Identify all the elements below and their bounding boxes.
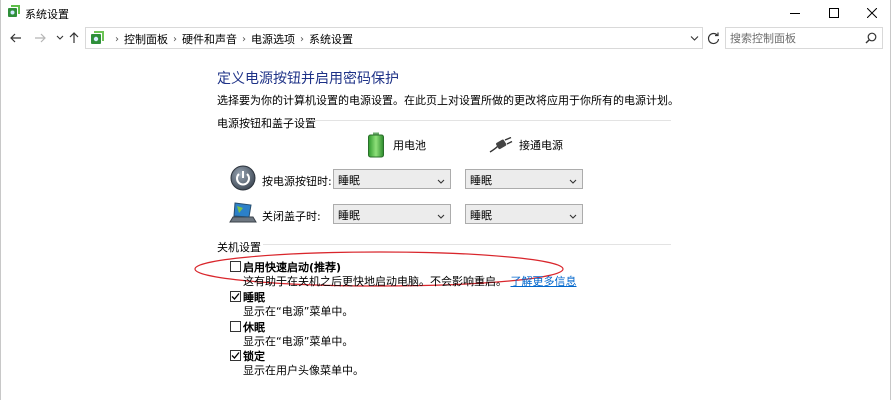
fast-startup-description: 这有助于在关机之后更快地启动电脑。不会影响重启。 了解更多信息 — [243, 273, 577, 289]
forward-button[interactable] — [31, 29, 49, 47]
checkmark-icon — [231, 293, 240, 300]
section-divider — [309, 120, 671, 121]
lid-plugged-value: 睡眠 — [470, 209, 492, 222]
search-box[interactable] — [725, 27, 883, 49]
chevron-down-icon — [437, 210, 445, 223]
chevron-down-icon — [569, 210, 577, 223]
hibernate-checkbox[interactable] — [230, 321, 241, 332]
lock-checkbox[interactable] — [230, 350, 241, 361]
close-button[interactable] — [853, 0, 891, 26]
lid-plugged-select[interactable]: 睡眠 — [465, 204, 583, 224]
window: 系统设置 › 控制面板 › 硬件和声音 › 电源选项 › 系统设置 搜索控制面板… — [0, 0, 891, 400]
section-title-power-buttons: 电源按钮和盖子设置 — [217, 117, 316, 130]
column-header-battery: 用电池 — [367, 132, 426, 158]
power-button-battery-value: 睡眠 — [338, 174, 360, 187]
address-dropdown-button[interactable] — [690, 32, 699, 46]
power-button-battery-select[interactable]: 睡眠 — [333, 169, 451, 189]
learn-more-link[interactable]: 了解更多信息 — [511, 275, 577, 288]
page-description: 选择要为你的计算机设置的电源设置。在此页上对设置所做的更改将应用于你所有的电源计… — [217, 94, 679, 107]
up-button[interactable] — [65, 29, 83, 47]
address-bar[interactable]: › 控制面板 › 硬件和声音 › 电源选项 › 系统设置 — [85, 27, 703, 49]
maximize-button[interactable] — [815, 0, 853, 26]
breadcrumb-power-options[interactable]: 电源选项 — [251, 31, 295, 47]
sleep-description: 显示在“电源”菜单中。 — [243, 305, 354, 318]
back-button[interactable] — [7, 29, 25, 47]
lid-row-label: 关闭盖子时: — [262, 210, 321, 223]
search-input[interactable] — [730, 30, 860, 46]
lid-battery-value: 睡眠 — [338, 209, 360, 222]
laptop-lid-icon — [229, 201, 257, 228]
refresh-icon — [707, 32, 719, 44]
breadcrumb-separator-icon: › — [300, 33, 304, 45]
chevron-down-icon — [56, 35, 64, 40]
breadcrumb-separator-icon: › — [115, 33, 119, 45]
title-bar: 系统设置 — [1, 0, 890, 26]
close-icon — [867, 8, 877, 18]
back-arrow-icon — [10, 33, 21, 43]
chevron-down-icon — [690, 36, 699, 41]
breadcrumb-separator-icon: › — [242, 33, 246, 45]
power-button-plugged-value: 睡眠 — [470, 174, 492, 187]
plugged-in-column-label: 接通电源 — [519, 139, 563, 152]
battery-icon — [368, 132, 384, 158]
refresh-button[interactable] — [703, 28, 723, 48]
lid-battery-select[interactable]: 睡眠 — [333, 204, 451, 224]
chevron-down-icon — [437, 175, 445, 188]
power-plug-icon — [489, 137, 513, 153]
main-content: 定义电源按钮并启用密码保护 选择要为你的计算机设置的电源设置。在此页上对设置所做… — [1, 52, 890, 400]
fast-startup-checkbox[interactable] — [230, 261, 241, 272]
column-header-plugged-in: 接通电源 — [489, 137, 563, 153]
breadcrumb-control-panel[interactable]: 控制面板 — [124, 31, 168, 47]
breadcrumb: › 控制面板 › 硬件和声音 › 电源选项 › 系统设置 — [110, 31, 353, 47]
breadcrumb-hardware-sound[interactable]: 硬件和声音 — [182, 31, 237, 47]
page-title: 定义电源按钮并启用密码保护 — [217, 71, 399, 87]
minimize-icon — [790, 13, 800, 14]
chevron-down-icon — [569, 175, 577, 188]
minimize-button[interactable] — [776, 0, 814, 26]
power-button-icon — [230, 165, 256, 194]
section-divider — [263, 244, 671, 245]
checkmark-icon — [231, 352, 240, 359]
power-button-row-label: 按电源按钮时: — [262, 175, 332, 188]
maximize-icon — [829, 8, 839, 18]
app-icon — [7, 5, 21, 19]
sleep-checkbox[interactable] — [230, 291, 241, 302]
up-arrow-icon — [69, 32, 79, 43]
window-title: 系统设置 — [25, 8, 69, 21]
control-panel-icon — [89, 30, 105, 49]
battery-column-label: 用电池 — [393, 139, 426, 152]
hibernate-description: 显示在“电源”菜单中。 — [243, 335, 354, 348]
breadcrumb-separator-icon: › — [173, 33, 177, 45]
forward-arrow-icon — [35, 33, 46, 43]
power-button-plugged-select[interactable]: 睡眠 — [465, 169, 583, 189]
lock-description: 显示在用户头像菜单中。 — [243, 364, 364, 377]
breadcrumb-system-settings[interactable]: 系统设置 — [309, 31, 353, 47]
navigation-bar: › 控制面板 › 硬件和声音 › 电源选项 › 系统设置 — [1, 26, 890, 50]
search-icon[interactable] — [865, 32, 877, 47]
fast-startup-description-text: 这有助于在关机之后更快地启动电脑。不会影响重启。 — [243, 275, 507, 288]
